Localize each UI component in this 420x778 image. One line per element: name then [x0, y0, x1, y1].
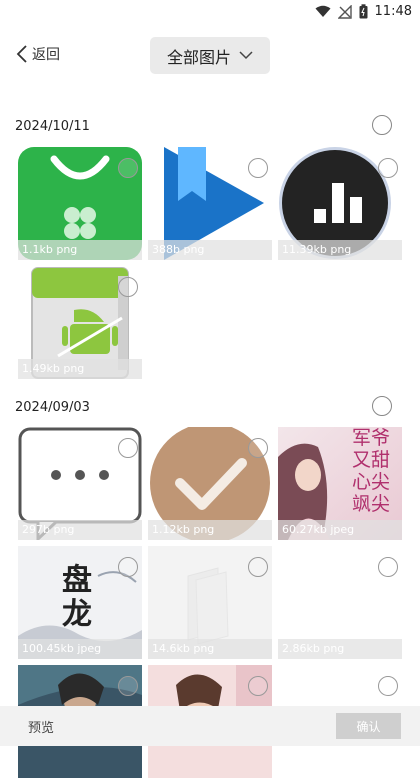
- image-thumbnail[interactable]: 11.39kb png: [278, 147, 402, 260]
- status-time: 11:48: [375, 4, 412, 19]
- wifi-icon: [315, 5, 331, 18]
- image-select-checkbox[interactable]: [118, 557, 138, 577]
- image-caption: 100.45kb jpeg: [18, 639, 142, 659]
- image-thumbnail[interactable]: 1.49kb png: [18, 266, 142, 379]
- image-select-checkbox[interactable]: [118, 438, 138, 458]
- image-select-checkbox[interactable]: [118, 158, 138, 178]
- status-bar: 11:48: [0, 0, 420, 24]
- image-thumbnail[interactable]: 盘 龙 100.45kb jpeg: [18, 546, 142, 659]
- image-thumbnail[interactable]: 2.86kb png: [278, 546, 402, 659]
- image-caption: 1.1kb png: [18, 240, 142, 260]
- bottom-action-bar: 预览 确认: [0, 706, 420, 746]
- image-thumbnail[interactable]: 1.12kb png: [148, 427, 272, 540]
- image-thumbnail[interactable]: 军爷 又甜 心尖 飒尖 60.27kb jpeg: [278, 427, 402, 540]
- select-all-section-checkbox[interactable]: [372, 115, 392, 135]
- date-section-header: 2024/09/03: [0, 396, 420, 420]
- image-caption: 2.86kb png: [278, 639, 402, 659]
- image-select-checkbox[interactable]: [248, 438, 268, 458]
- back-label: 返回: [32, 44, 60, 64]
- chevron-down-icon: [239, 51, 253, 60]
- image-select-checkbox[interactable]: [118, 676, 138, 696]
- album-label: 全部图片: [167, 44, 231, 68]
- image-select-checkbox[interactable]: [248, 557, 268, 577]
- image-select-checkbox[interactable]: [378, 557, 398, 577]
- image-caption: 14.6kb png: [148, 639, 272, 659]
- section-date: 2024/10/11: [15, 119, 90, 134]
- image-thumbnail[interactable]: 388b png: [148, 147, 272, 260]
- album-dropdown[interactable]: 全部图片: [150, 37, 270, 74]
- image-thumbnail[interactable]: 297b png: [18, 427, 142, 540]
- section-date: 2024/09/03: [15, 400, 90, 415]
- battery-icon: [359, 4, 368, 19]
- image-thumbnail[interactable]: 14.6kb png: [148, 546, 272, 659]
- preview-button[interactable]: 预览: [28, 717, 54, 736]
- image-select-checkbox[interactable]: [248, 158, 268, 178]
- image-thumbnail[interactable]: 1.1kb png: [18, 147, 142, 260]
- image-caption: 1.49kb png: [18, 359, 142, 379]
- chevron-left-icon: [16, 45, 28, 63]
- header: 返回 全部图片: [0, 24, 420, 88]
- select-all-section-checkbox[interactable]: [372, 396, 392, 416]
- cover-title: 军爷 又甜 心尖 飒尖: [340, 427, 402, 515]
- image-caption: 388b png: [148, 240, 272, 260]
- no-signal-icon: [338, 5, 352, 19]
- image-select-checkbox[interactable]: [248, 676, 268, 696]
- date-section-header: 2024/10/11: [0, 115, 420, 139]
- image-select-checkbox[interactable]: [118, 277, 138, 297]
- image-select-checkbox[interactable]: [378, 676, 398, 696]
- cover-title: 盘 龙: [62, 564, 92, 632]
- image-caption: 60.27kb jpeg: [278, 520, 402, 540]
- image-select-checkbox[interactable]: [378, 158, 398, 178]
- confirm-button[interactable]: 确认: [336, 713, 401, 739]
- image-caption: 297b png: [18, 520, 142, 540]
- image-caption: 1.12kb png: [148, 520, 272, 540]
- image-caption: 11.39kb png: [278, 240, 402, 260]
- back-button[interactable]: 返回: [16, 44, 60, 64]
